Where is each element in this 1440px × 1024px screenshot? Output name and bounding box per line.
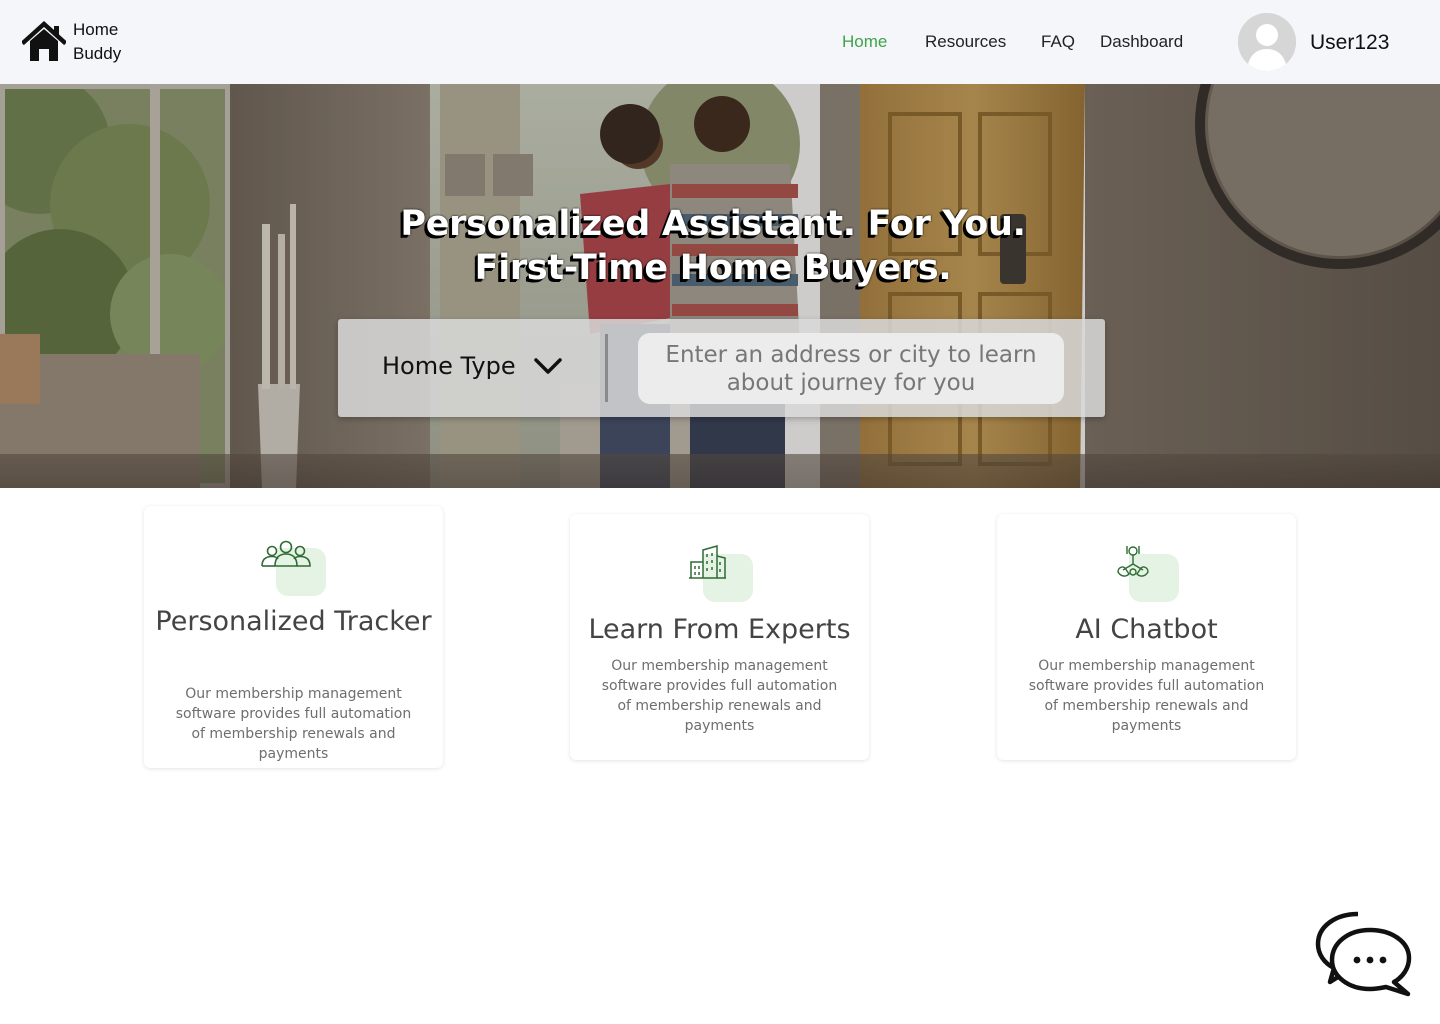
feature-icon-wrap [687, 542, 753, 602]
home-type-dropdown[interactable]: Home Type [382, 351, 562, 381]
brand-name-line2: Buddy [73, 44, 122, 63]
network-hands-icon [1117, 546, 1149, 577]
hero-section: Personalized Assistant. For You. First-T… [0, 84, 1440, 488]
nav-home[interactable]: Home [842, 31, 887, 53]
search-placeholder: Enter an address or city to learn about … [665, 341, 1037, 396]
home-type-label: Home Type [382, 352, 516, 380]
feature-icon-wrap [1113, 542, 1179, 602]
chevron-down-icon [533, 358, 562, 374]
home-buddy-logo[interactable]: Home Buddy [22, 18, 121, 66]
user-avatar-icon [1238, 13, 1296, 71]
brand-name-line1: Home [73, 20, 119, 39]
feature-card-chatbot[interactable]: AI Chatbot Our membership management sof… [997, 514, 1296, 760]
hero-headline-line2: First-Time Home Buyers. [474, 248, 952, 288]
chat-bubbles-icon [1315, 911, 1412, 997]
search-panel: Home Type Enter an address or city to le… [338, 319, 1105, 417]
nav-faq[interactable]: FAQ [1041, 31, 1075, 53]
nav-dashboard[interactable]: Dashboard [1100, 31, 1183, 53]
feature-description: Our membership management software provi… [601, 658, 838, 734]
hero-headline: Personalized Assistant. For You. First-T… [0, 202, 1426, 290]
search-divider [605, 334, 608, 402]
chat-button[interactable] [1312, 908, 1414, 1000]
user-avatar[interactable] [1238, 13, 1296, 71]
buildings-icon [689, 545, 726, 579]
feature-icon-wrap [260, 536, 326, 596]
brand-name: Home Buddy [73, 18, 121, 66]
feature-card-tracker[interactable]: Personalized Tracker Our membership mana… [144, 506, 443, 768]
username[interactable]: User123 [1310, 30, 1389, 56]
feature-title: Learn From Experts [588, 614, 851, 645]
hero-headline-line1: Personalized Assistant. For You. [400, 204, 1026, 244]
feature-title: AI Chatbot [1075, 614, 1218, 645]
people-group-icon [261, 540, 311, 567]
feature-title: Personalized Tracker [155, 606, 432, 637]
house-icon [22, 20, 66, 61]
feature-card-experts[interactable]: Learn From Experts Our membership manage… [570, 514, 869, 760]
top-header: Home Buddy Home Resources FAQ Dashboard … [0, 0, 1440, 84]
nav-resources[interactable]: Resources [925, 31, 1006, 53]
address-search-input[interactable]: Enter an address or city to learn about … [638, 333, 1064, 404]
feature-description: Our membership management software provi… [1028, 658, 1265, 734]
feature-description: Our membership management software provi… [175, 686, 412, 762]
